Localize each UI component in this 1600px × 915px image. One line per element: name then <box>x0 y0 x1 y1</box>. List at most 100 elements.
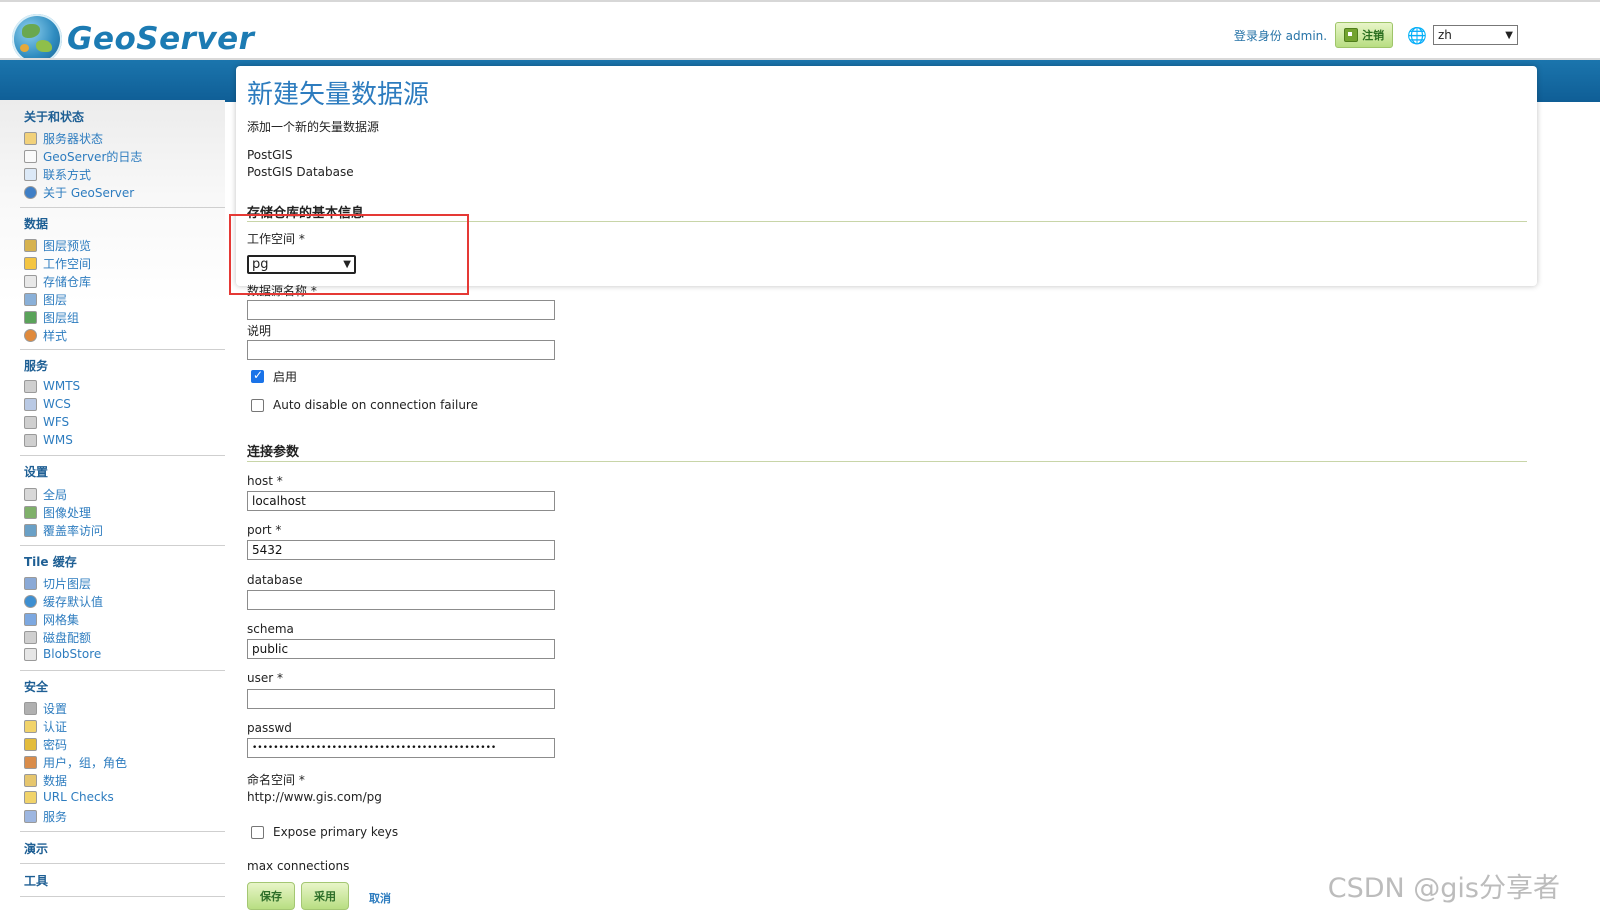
host-input[interactable]: localhost <box>247 491 555 511</box>
datasource-name-input[interactable] <box>247 300 555 320</box>
sidebar-item-layers[interactable]: 图层 <box>24 291 67 308</box>
namespace-value: http://www.gis.com/pg <box>247 790 382 804</box>
sidebar-item-url-checks[interactable]: URL Checks <box>24 790 114 804</box>
sidebar: 关于和状态 服务器状态 GeoServer的日志 联系方式 关于 GeoServ… <box>0 100 225 915</box>
sidebar-item-tile-layers[interactable]: 切片图层 <box>24 575 91 592</box>
sidebar-item-stores[interactable]: 存储仓库 <box>24 273 91 290</box>
about-icon <box>24 186 37 199</box>
save-button[interactable]: 保存 <box>247 882 295 910</box>
sidebar-item-data-security[interactable]: 数据 <box>24 772 67 789</box>
sidebar-item-about[interactable]: 关于 GeoServer <box>24 184 134 201</box>
sidebar-item-users-groups-roles[interactable]: 用户，组，角色 <box>24 754 127 771</box>
header: GeoServer 登录身份 admin. 注销 🌐 zh ▼ <box>0 2 1600 64</box>
max-connections-label: max connections <box>247 859 350 873</box>
lock-icon <box>24 738 37 751</box>
connection-params-rule <box>247 461 1527 462</box>
server-status-icon <box>24 132 37 145</box>
wfs-icon <box>24 415 37 429</box>
sidebar-section-settings: 设置 <box>24 465 49 479</box>
sidebar-item-image-processing[interactable]: 图像处理 <box>24 504 91 521</box>
sidebar-item-styles[interactable]: 样式 <box>24 327 67 344</box>
sidebar-item-contact[interactable]: 联系方式 <box>24 166 91 183</box>
sidebar-item-passwords[interactable]: 密码 <box>24 736 67 753</box>
sidebar-divider <box>20 545 225 546</box>
wrench-icon <box>24 702 37 715</box>
connection-params-heading: 连接参数 <box>247 445 300 460</box>
description-label: 说明 <box>247 324 272 338</box>
port-label: port * <box>247 523 282 537</box>
sidebar-section-security: 安全 <box>24 680 49 694</box>
sidebar-item-global[interactable]: 全局 <box>24 486 67 503</box>
sidebar-item-disk-quota[interactable]: 磁盘配额 <box>24 629 91 646</box>
watermark: CSDN @gis分享者 <box>1327 873 1560 904</box>
expose-pk-checkbox-row[interactable]: Expose primary keys <box>251 825 398 839</box>
language-select[interactable]: zh ▼ <box>1433 25 1518 45</box>
description-input[interactable] <box>247 340 555 360</box>
sidebar-item-coverage-access[interactable]: 覆盖率访问 <box>24 522 103 539</box>
sidebar-item-cache-defaults[interactable]: 缓存默认值 <box>24 593 103 610</box>
passwd-label: passwd <box>247 721 292 735</box>
sidebar-item-layer-preview[interactable]: 图层预览 <box>24 237 91 254</box>
coverage-access-icon <box>24 524 37 537</box>
enabled-checkbox-row[interactable]: 启用 <box>251 368 297 385</box>
sidebar-item-server-status[interactable]: 服务器状态 <box>24 130 103 147</box>
sidebar-divider <box>20 863 225 864</box>
sidebar-item-wms[interactable]: WMS <box>24 433 73 447</box>
store-icon <box>24 275 37 288</box>
logo-text: GeoServer <box>67 21 255 57</box>
sidebar-item-log[interactable]: GeoServer的日志 <box>24 148 142 165</box>
page-subtitle: 添加一个新的矢量数据源 <box>247 120 380 134</box>
logout-button[interactable]: 注销 <box>1335 22 1394 48</box>
passwd-input[interactable]: ••••••••••••••••••••••••••••••••••••••••… <box>247 738 555 758</box>
global-icon <box>24 488 37 501</box>
data-security-icon <box>24 774 37 787</box>
cancel-link[interactable]: 取消 <box>369 890 391 906</box>
sidebar-divider <box>20 670 225 671</box>
sidebar-section-tile-cache: Tile 缓存 <box>24 555 77 569</box>
logout-icon <box>1344 28 1359 42</box>
sidebar-item-authentication[interactable]: 认证 <box>24 718 67 735</box>
highlight-annotation <box>229 214 469 295</box>
sidebar-item-wmts[interactable]: WMTS <box>24 379 80 393</box>
port-input[interactable]: 5432 <box>247 540 555 560</box>
sidebar-item-workspaces[interactable]: 工作空间 <box>24 255 91 272</box>
store-type-name: PostGIS <box>247 148 293 162</box>
disk-quota-icon <box>24 631 37 644</box>
sidebar-section-tools[interactable]: 工具 <box>24 872 48 889</box>
blobstore-icon <box>24 647 37 661</box>
enabled-checkbox[interactable] <box>251 368 264 383</box>
geoserver-globe-icon <box>12 14 62 64</box>
sidebar-divider <box>20 831 225 832</box>
sidebar-item-wfs[interactable]: WFS <box>24 415 69 429</box>
sidebar-divider <box>20 455 225 456</box>
style-icon <box>24 329 37 342</box>
workspace-icon <box>24 257 37 270</box>
auto-disable-checkbox[interactable] <box>251 398 264 412</box>
auto-disable-checkbox-row[interactable]: Auto disable on connection failure <box>251 398 478 412</box>
page-title: 新建矢量数据源 <box>247 80 430 110</box>
auth-icon <box>24 720 37 733</box>
geoserver-logo[interactable]: GeoServer <box>12 14 254 64</box>
user-label: user * <box>247 671 283 685</box>
logout-label: 注销 <box>1362 29 1385 42</box>
sidebar-item-blobstore[interactable]: BlobStore <box>24 647 101 661</box>
sidebar-item-service-security[interactable]: 服务 <box>24 808 67 825</box>
sidebar-item-security-settings[interactable]: 设置 <box>24 700 67 717</box>
sidebar-section-services: 服务 <box>24 359 49 373</box>
language-value: zh <box>1438 28 1452 42</box>
sidebar-item-wcs[interactable]: WCS <box>24 397 71 411</box>
service-security-icon <box>24 810 37 823</box>
wmts-icon <box>24 379 37 393</box>
expose-pk-checkbox[interactable] <box>251 825 264 839</box>
chevron-down-icon: ▼ <box>1505 29 1513 41</box>
apply-button[interactable]: 采用 <box>301 882 349 910</box>
user-input[interactable] <box>247 689 555 709</box>
tile-layer-icon <box>24 577 37 590</box>
schema-input[interactable]: public <box>247 639 555 659</box>
sidebar-item-layer-groups[interactable]: 图层组 <box>24 309 79 326</box>
sidebar-section-demos[interactable]: 演示 <box>24 840 48 857</box>
sidebar-section-about: 关于和状态 <box>24 110 85 124</box>
sidebar-item-gridsets[interactable]: 网格集 <box>24 611 79 628</box>
cache-default-icon <box>24 595 37 608</box>
database-input[interactable] <box>247 590 555 610</box>
